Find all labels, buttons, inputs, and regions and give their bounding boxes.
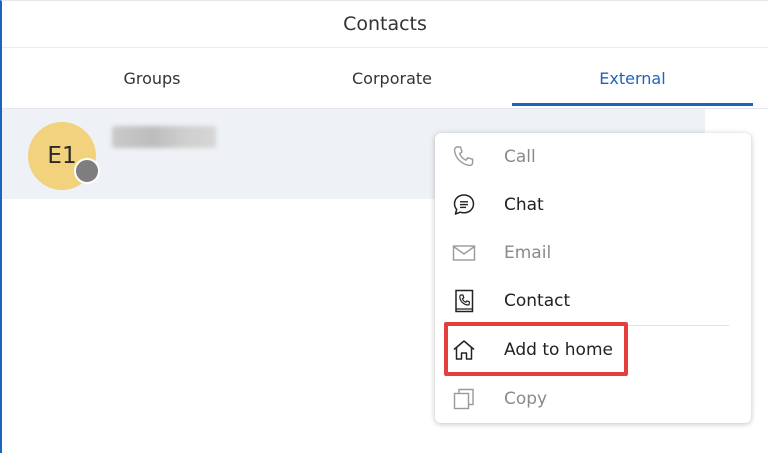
menu-item-email[interactable]: Email — [435, 229, 751, 277]
copy-icon — [451, 386, 477, 412]
menu-item-copy-label: Copy — [504, 389, 548, 409]
tab-groups-label: Groups — [123, 68, 181, 88]
menu-item-contact-label: Contact — [504, 291, 571, 311]
home-icon — [451, 337, 477, 363]
mail-icon — [451, 240, 477, 266]
contacts-window: Contacts Groups Corporate External E1 Ca… — [0, 0, 768, 453]
page-title-text: Contacts — [343, 13, 427, 35]
menu-item-copy[interactable]: Copy — [435, 375, 751, 423]
active-tab-indicator — [512, 103, 753, 106]
menu-item-call-label: Call — [504, 147, 536, 167]
menu-item-call[interactable]: Call — [435, 133, 751, 181]
tab-corporate-label: Corporate — [352, 68, 432, 88]
menu-item-add-to-home[interactable]: Add to home — [435, 326, 751, 374]
chat-icon — [451, 192, 477, 218]
menu-item-contact[interactable]: Contact — [435, 277, 751, 325]
contact-book-icon — [451, 288, 477, 314]
menu-item-chat[interactable]: Chat — [435, 181, 751, 229]
menu-item-email-label: Email — [504, 243, 552, 263]
phone-icon — [451, 144, 477, 170]
page-title: Contacts — [2, 1, 768, 48]
tab-external[interactable]: External — [512, 48, 753, 108]
tab-bar: Groups Corporate External — [2, 48, 768, 109]
tab-groups[interactable]: Groups — [32, 48, 272, 108]
tab-external-label: External — [599, 68, 666, 88]
menu-item-add-to-home-label: Add to home — [504, 340, 613, 360]
tab-corporate[interactable]: Corporate — [272, 48, 512, 108]
contact-name-redacted — [112, 126, 216, 148]
menu-item-chat-label: Chat — [504, 195, 544, 215]
avatar-initials: E1 — [47, 143, 77, 169]
context-menu: Call Chat Email Contact Add to home Copy — [435, 133, 751, 423]
presence-status-icon — [74, 158, 100, 184]
